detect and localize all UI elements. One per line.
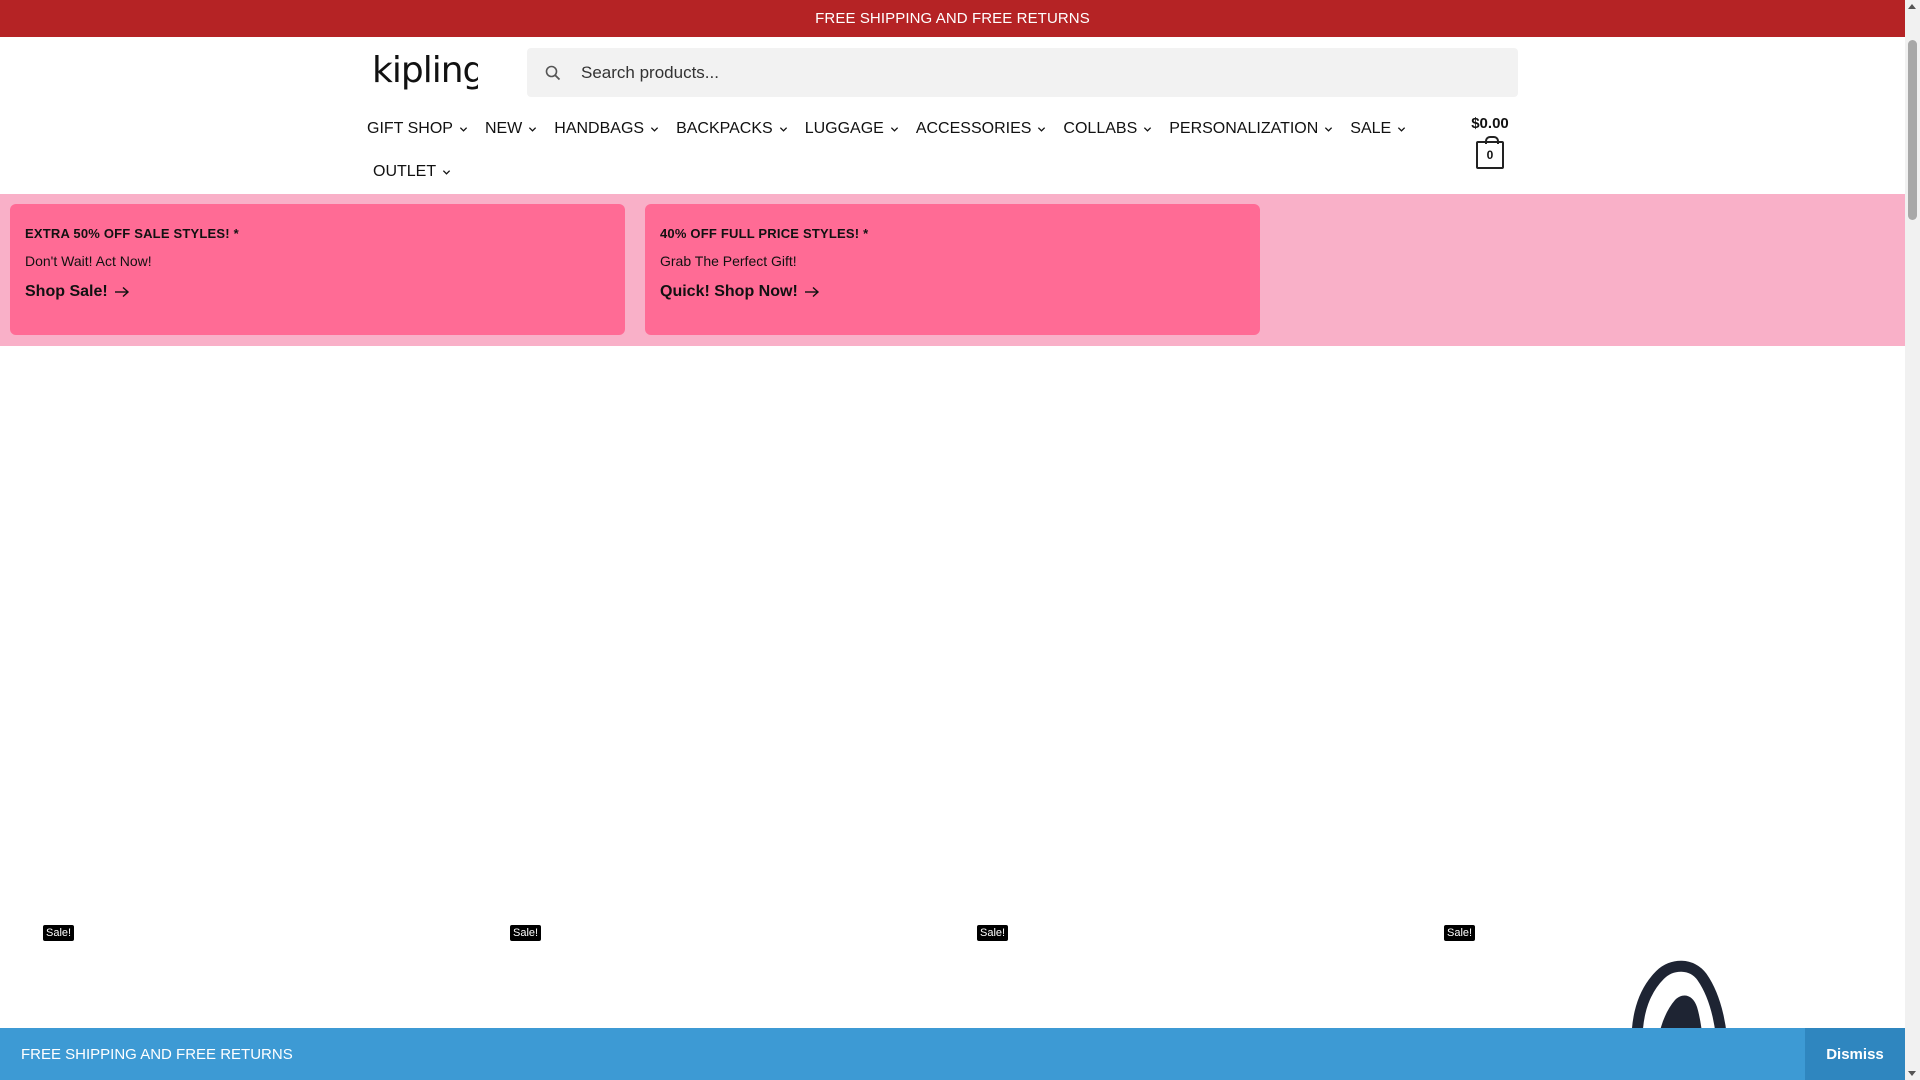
nav-item-label: COLLABS bbox=[1063, 120, 1138, 137]
chevron-down-icon bbox=[1144, 126, 1152, 132]
sale-badge: Sale! bbox=[977, 925, 1009, 941]
chevron-down-icon bbox=[459, 126, 468, 132]
arrow-right-icon bbox=[804, 286, 819, 298]
arrow-right-icon bbox=[114, 286, 129, 298]
store-notice: FREE SHIPPING AND FREE RETURNS Dismiss bbox=[0, 1028, 1905, 1080]
kipling-logo[interactable]: kipling bbox=[370, 48, 478, 94]
promo-card-sale: EXTRA 50% OFF SALE STYLES! * Don't Wait!… bbox=[10, 204, 625, 335]
main-navigation: GIFT SHOP NEW HANDBAGS BACKPACKS LUGGAGE… bbox=[367, 110, 1406, 191]
nav-item-new[interactable]: NEW bbox=[485, 120, 537, 138]
nav-item-sale[interactable]: SALE bbox=[1350, 120, 1406, 138]
nav-item-handbags[interactable]: HANDBAGS bbox=[554, 120, 659, 138]
chevron-down-icon bbox=[779, 126, 787, 132]
nav-item-collabs[interactable]: COLLABS bbox=[1063, 120, 1152, 138]
nav-item-label: OUTLET bbox=[373, 163, 437, 180]
promo-subtitle: Don't Wait! Act Now! bbox=[25, 253, 152, 269]
svg-text:kipling: kipling bbox=[372, 50, 478, 91]
store-notice-text: FREE SHIPPING AND FREE RETURNS bbox=[21, 1045, 293, 1063]
cart-bag-icon[interactable]: 0 bbox=[1476, 136, 1504, 169]
chevron-down-icon bbox=[1398, 126, 1406, 132]
promo-title: EXTRA 50% OFF SALE STYLES! * bbox=[25, 226, 239, 241]
nav-item-personalization[interactable]: PERSONALIZATION bbox=[1169, 120, 1333, 138]
scrollbar-thumb[interactable] bbox=[1908, 40, 1917, 220]
shop-sale-link[interactable]: Shop Sale! bbox=[25, 283, 610, 301]
promo-card-full-price: 40% OFF FULL PRICE STYLES! * Grab The Pe… bbox=[645, 204, 1260, 335]
nav-item-label: HANDBAGS bbox=[554, 120, 645, 137]
dismiss-button[interactable]: Dismiss bbox=[1805, 1028, 1905, 1080]
nav-item-label: ACCESSORIES bbox=[915, 120, 1032, 137]
promo-link-label: Shop Sale! bbox=[25, 283, 108, 300]
promo-title: 40% OFF FULL PRICE STYLES! * bbox=[660, 226, 869, 241]
nav-item-backpacks[interactable]: BACKPACKS bbox=[676, 120, 788, 138]
search-bar[interactable] bbox=[527, 48, 1518, 97]
chevron-down-icon bbox=[443, 169, 451, 175]
nav-item-gift-shop[interactable]: GIFT SHOP bbox=[367, 120, 468, 138]
chevron-down-icon bbox=[650, 126, 659, 132]
cart-total[interactable]: $0.00 bbox=[1455, 115, 1525, 132]
page-scrollbar[interactable] bbox=[1905, 0, 1920, 1080]
chevron-down-icon bbox=[1038, 126, 1046, 132]
promo-link-label: Quick! Shop Now! bbox=[660, 283, 798, 300]
search-input[interactable] bbox=[581, 62, 1481, 83]
nav-item-label: PERSONALIZATION bbox=[1169, 120, 1319, 137]
nav-item-outlet[interactable]: OUTLET bbox=[373, 163, 451, 181]
nav-item-label: NEW bbox=[484, 120, 523, 137]
chevron-down-icon bbox=[529, 126, 537, 132]
announcement-text: FREE SHIPPING AND FREE RETURNS bbox=[815, 10, 1090, 27]
sale-badge: Sale! bbox=[1444, 925, 1476, 941]
nav-item-label: BACKPACKS bbox=[676, 120, 773, 137]
quick-shop-now-link[interactable]: Quick! Shop Now! bbox=[660, 283, 1245, 301]
announcement-bar: FREE SHIPPING AND FREE RETURNS bbox=[0, 0, 1905, 37]
search-icon[interactable] bbox=[545, 65, 561, 81]
chevron-down-icon bbox=[890, 126, 898, 132]
scroll-up-icon[interactable] bbox=[1908, 4, 1916, 9]
cart-count: 0 bbox=[1486, 148, 1494, 162]
nav-item-label: LUGGAGE bbox=[804, 120, 884, 137]
sale-badge: Sale! bbox=[43, 925, 75, 941]
sale-badge: Sale! bbox=[510, 925, 542, 941]
promo-subtitle: Grab The Perfect Gift! bbox=[660, 253, 797, 269]
promo-banner: EXTRA 50% OFF SALE STYLES! * Don't Wait!… bbox=[0, 194, 1905, 346]
chevron-down-icon bbox=[1325, 126, 1333, 132]
header-cart[interactable]: $0.00 0 bbox=[1455, 115, 1525, 169]
nav-item-luggage[interactable]: LUGGAGE bbox=[805, 120, 899, 138]
nav-item-label: SALE bbox=[1350, 120, 1392, 137]
nav-item-label: GIFT SHOP bbox=[367, 120, 453, 137]
nav-item-accessories[interactable]: ACCESSORIES bbox=[916, 120, 1047, 138]
scroll-down-icon[interactable] bbox=[1908, 1071, 1916, 1076]
